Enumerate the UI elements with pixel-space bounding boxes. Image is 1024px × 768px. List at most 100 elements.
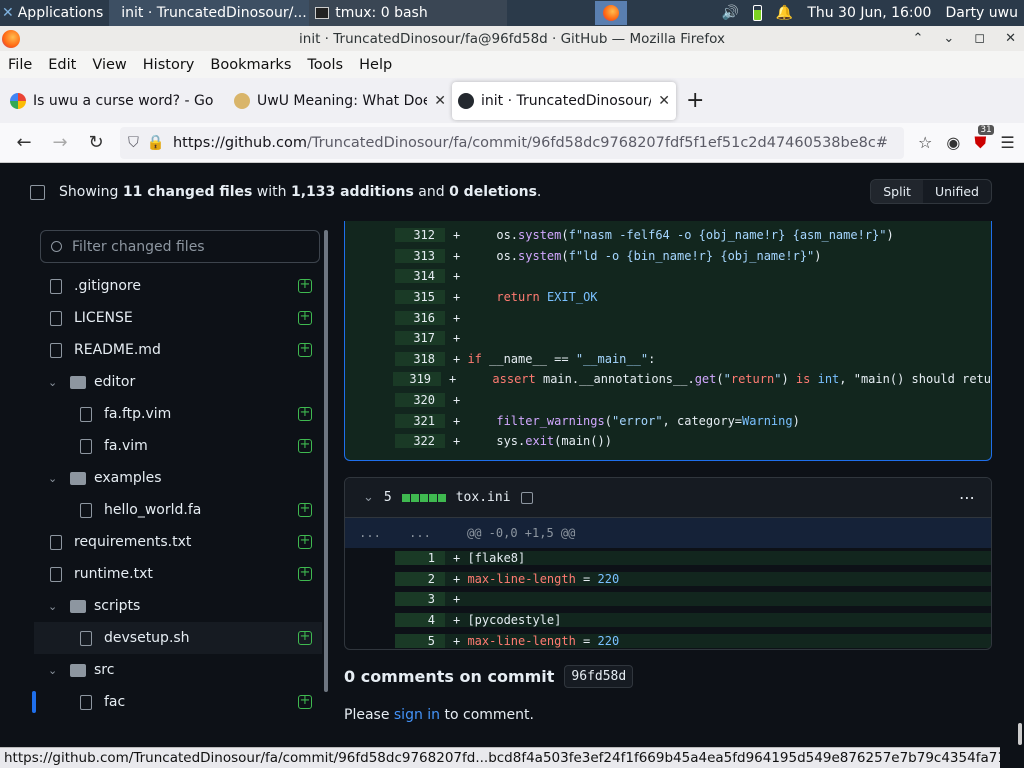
hamburger-menu-icon[interactable]: ☰ xyxy=(1000,133,1014,152)
diff-code: + return EXIT_OK xyxy=(445,290,991,305)
menu-bookmarks[interactable]: Bookmarks xyxy=(202,57,299,73)
new-line-number[interactable]: 316 xyxy=(395,310,445,325)
tab-uwu-curse[interactable]: Is uwu a curse word? - Go xyxy=(4,82,228,120)
new-line-number[interactable]: 318 xyxy=(395,351,445,366)
maximize-icon[interactable]: ◻ xyxy=(974,31,985,46)
new-line-number[interactable]: 319 xyxy=(392,372,442,387)
workspace-switcher[interactable] xyxy=(595,1,628,25)
chevron-down-icon[interactable]: ⌄ xyxy=(363,490,374,505)
comments-label: 0 comments on commit xyxy=(344,667,555,686)
extension-ublock-icon[interactable]: ⛊ 31 xyxy=(974,124,994,153)
new-line-number[interactable]: 2 xyxy=(395,571,445,586)
chevron-down-icon[interactable]: ⌄ xyxy=(48,664,60,677)
file-tree-scrollbar[interactable] xyxy=(324,230,328,692)
close-icon[interactable]: ✕ xyxy=(1005,31,1016,46)
new-line-number[interactable]: 321 xyxy=(395,413,445,428)
file-tree-label: .gitignore xyxy=(74,278,141,294)
chevron-down-icon[interactable]: ⌄ xyxy=(48,472,60,485)
file-icon xyxy=(50,342,62,358)
summary-period: . xyxy=(536,184,542,200)
file-tree-label: hello_world.fa xyxy=(104,502,202,518)
new-line-number[interactable]: 315 xyxy=(395,290,445,305)
file-tree-item[interactable]: ⌄ scripts xyxy=(34,590,322,622)
new-line-number[interactable]: 313 xyxy=(395,248,445,263)
file-name[interactable]: tox.ini xyxy=(456,490,511,505)
diff-code: + xyxy=(445,310,991,325)
new-tab-button[interactable]: + xyxy=(686,88,704,113)
menu-view[interactable]: View xyxy=(84,57,134,73)
window-titlebar[interactable]: init · TruncatedDinosour/fa@96fd58d · Gi… xyxy=(0,26,1024,51)
url-bar[interactable]: ⛉ 🔒 https://github.com/TruncatedDinosour… xyxy=(120,126,904,159)
file-tree-item[interactable]: README.md + xyxy=(34,334,322,366)
copy-icon[interactable] xyxy=(520,491,533,504)
battery-icon[interactable] xyxy=(752,5,762,21)
file-tree-item[interactable]: LICENSE + xyxy=(34,302,322,334)
forward-button[interactable]: → xyxy=(42,132,78,153)
taskbar-firefox[interactable]: init · TruncatedDinosour/... xyxy=(109,0,310,26)
sign-in-link[interactable]: sign in xyxy=(394,707,440,723)
sidebar-toggle-icon[interactable] xyxy=(30,184,45,200)
user-menu[interactable]: Darty uwu xyxy=(945,5,1018,21)
file-tree-item[interactable]: .gitignore + xyxy=(34,270,322,302)
more-options-icon[interactable]: ⋯ xyxy=(959,488,975,507)
new-line-number[interactable]: 5 xyxy=(395,633,445,648)
file-tree-item[interactable]: devsetup.sh + xyxy=(34,622,322,654)
menu-tools[interactable]: Tools xyxy=(299,57,351,73)
tab-uwu-meaning[interactable]: UwU Meaning: What Does ✕ xyxy=(228,82,452,120)
file-tree-item[interactable]: runtime.txt + xyxy=(34,558,322,590)
reload-button[interactable]: ↻ xyxy=(78,132,114,153)
expand-up-button[interactable]: ... xyxy=(345,526,395,540)
shield-icon[interactable]: ⛉ xyxy=(128,135,139,151)
split-button[interactable]: Split xyxy=(871,180,923,203)
volume-icon[interactable]: 🔊 xyxy=(721,5,738,21)
extension-incognito-icon[interactable]: ◉ xyxy=(946,133,960,152)
file-tree-item[interactable]: fac + xyxy=(34,686,322,718)
clock[interactable]: Thu 30 Jun, 16:00 xyxy=(807,5,931,21)
file-tree-label: editor xyxy=(94,374,136,390)
chevron-down-icon[interactable]: ⌄ xyxy=(48,376,60,389)
new-line-number[interactable]: 314 xyxy=(395,269,445,284)
new-line-number[interactable]: 317 xyxy=(395,331,445,346)
file-tree-item[interactable]: fa.vim + xyxy=(34,430,322,462)
menu-bar: File Edit View History Bookmarks Tools H… xyxy=(0,51,1024,78)
new-line-number[interactable]: 3 xyxy=(395,592,445,607)
minimize-icon[interactable]: ⌃ xyxy=(912,31,923,46)
file-tree-item[interactable]: fa.ftp.vim + xyxy=(34,398,322,430)
firefox-icon xyxy=(603,5,620,21)
file-tree-item[interactable]: ⌄ src xyxy=(34,654,322,686)
new-line-number[interactable]: 312 xyxy=(395,228,445,243)
chevron-down-icon[interactable]: ⌄ xyxy=(48,600,60,613)
file-header: ⌄ 5 tox.ini ⋯ xyxy=(345,478,991,518)
new-line-number[interactable]: 322 xyxy=(395,434,445,449)
new-line-number[interactable]: 4 xyxy=(395,613,445,628)
file-tree-item[interactable]: ⌄ examples xyxy=(34,462,322,494)
file-tree-item[interactable]: ⌄ editor xyxy=(34,366,322,398)
filter-files-input[interactable]: Filter changed files xyxy=(40,230,320,263)
diff-line: 317 + xyxy=(345,328,991,349)
tab-github-commit[interactable]: init · TruncatedDinosour/f ✕ xyxy=(452,81,676,120)
back-button[interactable]: ← xyxy=(6,132,42,153)
file-tree-item[interactable]: requirements.txt + xyxy=(34,526,322,558)
applications-menu[interactable]: ✕ Applications xyxy=(0,0,109,26)
unified-button[interactable]: Unified xyxy=(923,180,991,203)
menu-help[interactable]: Help xyxy=(351,57,400,73)
new-line-number[interactable]: 320 xyxy=(395,393,445,408)
file-tree-label: scripts xyxy=(94,598,141,614)
close-tab-icon[interactable]: ✕ xyxy=(658,93,670,109)
page-scrollbar[interactable] xyxy=(1018,723,1022,745)
menu-file[interactable]: File xyxy=(0,57,40,73)
added-file-icon: + xyxy=(298,629,312,645)
unmaximize-icon[interactable]: ⌄ xyxy=(943,31,954,46)
added-file-icon: + xyxy=(298,501,312,517)
menu-edit[interactable]: Edit xyxy=(40,57,84,73)
close-tab-icon[interactable]: ✕ xyxy=(434,93,446,109)
expand-down-button[interactable]: ... xyxy=(395,526,445,540)
menu-history[interactable]: History xyxy=(135,57,203,73)
notification-bell-icon[interactable]: 🔔 xyxy=(776,5,793,21)
diff-line: 5 + max-line-length = 220 xyxy=(345,630,991,649)
file-tree-item[interactable]: hello_world.fa + xyxy=(34,494,322,526)
bookmark-star-icon[interactable]: ☆ xyxy=(918,133,932,152)
taskbar-terminal[interactable]: tmux: 0 bash xyxy=(309,0,508,26)
new-line-number[interactable]: 1 xyxy=(395,551,445,566)
lock-icon[interactable]: 🔒 xyxy=(147,134,165,151)
